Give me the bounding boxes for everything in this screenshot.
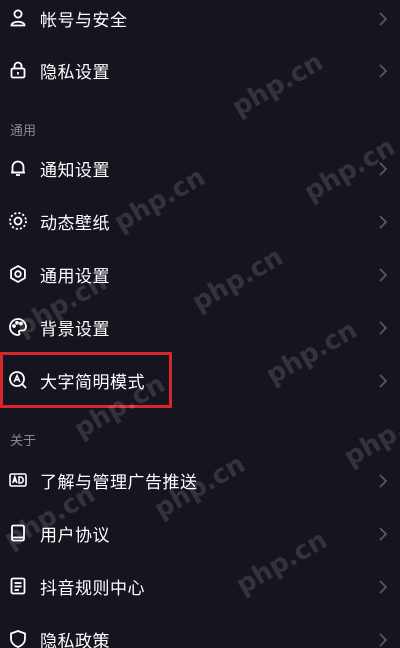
section-title-general: 通用	[10, 124, 37, 139]
chevron-right-icon	[378, 373, 388, 388]
settings-item-live-wallpaper[interactable]: 动态壁纸	[0, 195, 400, 247]
rules-icon	[8, 576, 28, 596]
lock-icon	[8, 60, 28, 80]
settings-item-general-settings[interactable]: 通用设置	[0, 248, 400, 300]
bell-icon	[8, 158, 28, 178]
settings-item-label: 用户协议	[40, 525, 110, 546]
settings-item-label: 通用设置	[40, 266, 110, 287]
settings-item-privacy-policy[interactable]: 隐私政策	[0, 613, 400, 648]
chevron-right-icon	[378, 473, 388, 488]
settings-item-label: 帐号与安全	[40, 10, 128, 31]
settings-item-privacy-settings[interactable]: 隐私设置	[0, 44, 400, 96]
chevron-right-icon	[378, 161, 388, 176]
chevron-right-icon	[378, 320, 388, 335]
chevron-right-icon	[378, 267, 388, 282]
settings-item-label: 背景设置	[40, 319, 110, 340]
settings-screen: 帐号与安全 隐私设置 通用 通知设置 动态壁纸 通用设置 背景设置 大字简明模式…	[0, 0, 400, 648]
ad-icon	[8, 470, 28, 490]
chevron-right-icon	[378, 11, 388, 26]
settings-item-label: 动态壁纸	[40, 213, 110, 234]
settings-item-user-agreement[interactable]: 用户协议	[0, 507, 400, 559]
settings-item-background[interactable]: 背景设置	[0, 301, 400, 353]
chevron-right-icon	[378, 579, 388, 594]
settings-item-label: 抖音规则中心	[40, 578, 145, 599]
settings-item-account-security[interactable]: 帐号与安全	[0, 0, 400, 44]
highlight-annotation-box	[0, 352, 172, 408]
settings-item-rules-center[interactable]: 抖音规则中心	[0, 560, 400, 612]
chevron-right-icon	[378, 214, 388, 229]
settings-item-label: 了解与管理广告推送	[40, 472, 198, 493]
chevron-right-icon	[378, 63, 388, 78]
settings-item-label: 通知设置	[40, 160, 110, 181]
gear-icon	[8, 264, 28, 284]
settings-item-ad-management[interactable]: 了解与管理广告推送	[0, 454, 400, 506]
chevron-right-icon	[378, 526, 388, 541]
section-title-about: 关于	[10, 434, 37, 449]
settings-item-label: 隐私设置	[40, 62, 110, 83]
palette-icon	[8, 317, 28, 337]
user-icon	[8, 8, 28, 28]
shield-icon	[8, 629, 28, 648]
sparkle-circle-icon	[8, 211, 28, 231]
settings-item-label: 隐私政策	[40, 631, 110, 648]
book-icon	[8, 523, 28, 543]
settings-item-notifications[interactable]: 通知设置	[0, 142, 400, 194]
chevron-right-icon	[378, 632, 388, 647]
